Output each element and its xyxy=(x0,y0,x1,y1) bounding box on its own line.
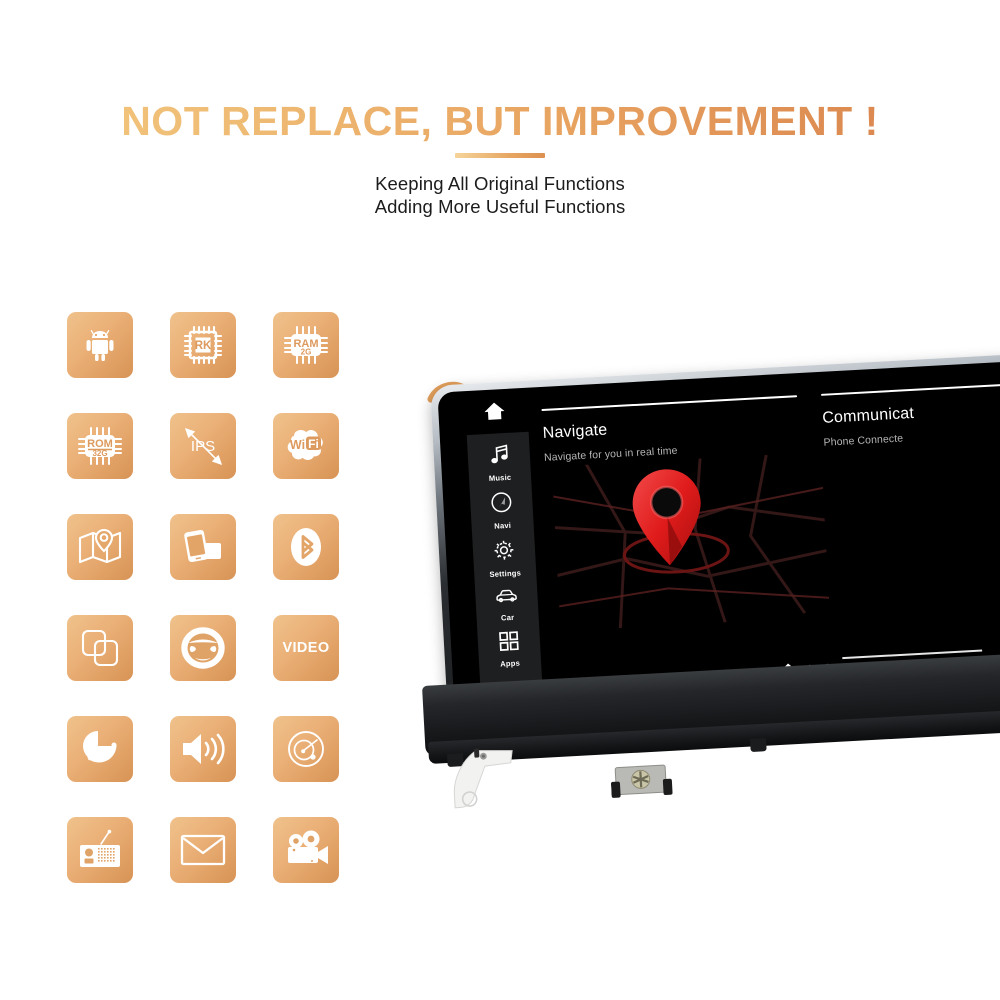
feature-tile-bluetooth xyxy=(273,514,339,580)
navigation-compass-icon xyxy=(490,491,513,519)
feature-tile-android xyxy=(67,312,133,378)
radar-gps-icon xyxy=(284,727,328,771)
rom-chip-icon: ROM 32G xyxy=(75,424,125,468)
sidebar-item-car[interactable]: Car xyxy=(494,587,520,623)
card-navigate[interactable]: Navigate Navigate for you in real time xyxy=(541,395,800,464)
rom-size-label: 32G xyxy=(92,449,107,458)
sidebar-item-settings[interactable]: Settings xyxy=(488,538,522,580)
card-title-communication: Communicat xyxy=(821,404,915,427)
card-communication[interactable]: Communicat Phone Connecte xyxy=(820,381,1000,449)
screen-sidebar: Music Navi Settings Car Apps xyxy=(466,431,544,705)
bluetooth-icon xyxy=(286,524,326,570)
feature-tile-ips: IPS xyxy=(170,413,236,479)
ram-chip-icon: RAM 2G xyxy=(281,323,331,367)
sidebar-label-settings: Settings xyxy=(489,568,522,580)
mounting-bracket-white xyxy=(450,745,537,811)
map-pin-icon xyxy=(622,463,714,582)
feature-tile-radar xyxy=(273,716,339,782)
map-location-icon xyxy=(76,526,124,568)
ips-label: IPS xyxy=(191,438,215,455)
gear-icon xyxy=(492,539,515,567)
wifi-icon: Wi Fi xyxy=(281,426,331,466)
car-head-unit: Music Navi Settings Car Apps Navigate Na… xyxy=(395,350,1000,870)
feature-tile-rom: ROM 32G xyxy=(67,413,133,479)
feature-tile-movie-camera xyxy=(273,817,339,883)
movie-camera-icon xyxy=(282,830,330,870)
housing-tab xyxy=(750,738,767,752)
card-subtitle-communication: Phone Connecte xyxy=(823,432,904,449)
svg-text:Fi: Fi xyxy=(308,437,319,451)
feature-tile-ram: RAM 2G xyxy=(273,312,339,378)
ram-size-label: 2G xyxy=(301,348,312,357)
subtitle-line-2: Adding More Useful Functions xyxy=(374,196,626,217)
refresh-update-icon xyxy=(78,727,122,771)
feature-tile-steering-wheel xyxy=(170,615,236,681)
feature-tile-cpu: RK xyxy=(170,312,236,378)
feature-tile-update xyxy=(67,716,133,782)
svg-text:Wi: Wi xyxy=(290,438,305,452)
car-icon xyxy=(494,587,519,611)
sidebar-label-apps: Apps xyxy=(499,658,521,669)
card-top-accent xyxy=(541,395,798,412)
feature-tile-video: VIDEO xyxy=(273,615,339,681)
card-title-navigate: Navigate xyxy=(542,421,608,442)
split-screen-icon xyxy=(78,626,122,670)
speaker-volume-icon xyxy=(179,729,227,769)
subtitle-line-1: Keeping All Original Functions xyxy=(375,173,625,194)
home-icon[interactable] xyxy=(483,401,506,426)
sidebar-item-navi[interactable]: Navi xyxy=(490,491,514,531)
cpu-chip-icon: RK xyxy=(180,322,226,368)
phone-mirror-icon xyxy=(180,527,226,567)
feature-icon-grid: RK RAM 2G ROM 32G IPS Wi Fi VIDEO xyxy=(67,312,339,883)
feature-tile-split-screen xyxy=(67,615,133,681)
sidebar-item-apps[interactable]: Apps xyxy=(498,631,520,669)
sidebar-item-music[interactable]: Music xyxy=(487,443,512,483)
steering-wheel-icon xyxy=(179,626,227,670)
title-divider xyxy=(455,153,545,158)
feature-tile-radio xyxy=(67,817,133,883)
page-title: NOT REPLACE, BUT IMPROVEMENT ! xyxy=(0,98,1000,145)
sidebar-label-navi: Navi xyxy=(494,520,512,531)
promo-page: NOT REPLACE, BUT IMPROVEMENT ! Keeping A… xyxy=(0,0,1000,1000)
feature-tile-mail xyxy=(170,817,236,883)
card-top-accent xyxy=(820,381,1000,396)
feature-tile-phone-mirror xyxy=(170,514,236,580)
mounting-bracket-metal xyxy=(610,763,674,802)
sidebar-label-car: Car xyxy=(500,612,515,623)
cpu-chip-label: RK xyxy=(195,340,212,352)
video-label: VIDEO xyxy=(282,640,330,656)
feature-tile-speaker xyxy=(170,716,236,782)
sidebar-label-music: Music xyxy=(488,472,512,483)
apps-grid-icon xyxy=(498,631,519,657)
feature-tile-map xyxy=(67,514,133,580)
mail-envelope-icon xyxy=(179,832,227,868)
android-icon xyxy=(80,325,120,365)
music-note-icon xyxy=(487,443,510,471)
ips-display-icon: IPS xyxy=(173,416,233,476)
touchscreen-display[interactable]: Music Navi Settings Car Apps Navigate Na… xyxy=(437,360,1000,707)
feature-tile-wifi: Wi Fi xyxy=(273,413,339,479)
radio-icon xyxy=(76,828,124,872)
